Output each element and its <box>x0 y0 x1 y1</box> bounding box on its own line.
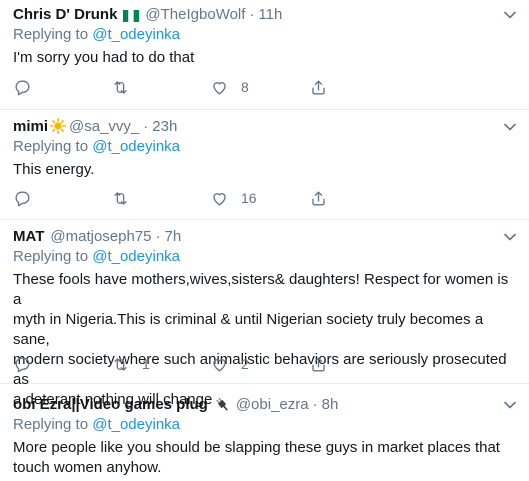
tweet-actions: 16 <box>0 187 529 209</box>
timestamp[interactable]: 11h <box>258 6 282 23</box>
share-button[interactable] <box>309 353 328 375</box>
replying-label: Replying to <box>13 248 89 265</box>
tweet-text: I'm sorry you had to do that <box>13 49 195 66</box>
chevron-down-icon[interactable] <box>503 8 517 22</box>
retweet-button[interactable] <box>111 187 130 209</box>
separator-dot: · <box>143 117 149 135</box>
chevron-down-icon[interactable] <box>503 120 517 134</box>
tweet-text: This energy. <box>13 161 95 178</box>
like-button[interactable]: 16 <box>210 187 257 209</box>
mention-link[interactable]: @t_odeyinka <box>92 416 180 433</box>
user-handle[interactable]: @obi_ezra <box>236 396 309 413</box>
retweet-icon <box>114 357 127 371</box>
replying-to: Replying to @t_odeyinka <box>13 416 180 433</box>
reply-icon <box>15 356 30 372</box>
replying-to: Replying to @t_odeyinka <box>13 26 180 43</box>
share-icon <box>312 79 325 95</box>
chevron-down-icon[interactable] <box>503 230 517 244</box>
sun-emoji-icon <box>50 118 67 134</box>
tweet-1[interactable]: Chris D' Drunk @TheIgboWolf · 11h Replyi… <box>0 0 529 110</box>
retweet-button[interactable] <box>111 76 130 98</box>
tweet-text-line: These fools have mothers,wives,sisters& … <box>13 271 509 308</box>
separator-dot: · <box>312 395 318 413</box>
display-name[interactable]: Chris D' Drunk <box>13 6 117 23</box>
replying-label: Replying to <box>13 26 89 43</box>
separator-dot: · <box>155 227 161 245</box>
nigeria-flag-icon <box>123 9 140 22</box>
like-count: 2 <box>241 356 249 372</box>
like-icon <box>213 358 226 372</box>
separator-dot: · <box>249 5 255 23</box>
share-icon <box>312 190 325 206</box>
mention-link[interactable]: @t_odeyinka <box>92 248 180 265</box>
like-button[interactable]: 8 <box>210 76 249 98</box>
reply-icon <box>15 190 30 206</box>
tweet-header: mimi @sa_vvy_ · 23h <box>13 116 177 136</box>
mention-link[interactable]: @t_odeyinka <box>92 26 180 43</box>
share-button[interactable] <box>309 76 328 98</box>
replying-to: Replying to @t_odeyinka <box>13 248 180 265</box>
like-button[interactable]: 2 <box>210 353 249 375</box>
tweet-text-line: More people like you should be slapping … <box>13 439 500 456</box>
tweet-actions: 8 <box>0 76 529 98</box>
retweet-button[interactable]: 1 <box>111 353 150 375</box>
user-handle[interactable]: @sa_vvy_ <box>69 118 139 135</box>
replying-label: Replying to <box>13 416 89 433</box>
like-icon <box>213 81 226 95</box>
display-name[interactable]: mimi <box>13 118 48 135</box>
retweet-icon <box>114 80 127 94</box>
reply-button[interactable] <box>13 76 32 98</box>
user-handle[interactable]: @TheIgboWolf <box>145 6 245 23</box>
chevron-down-icon[interactable] <box>503 398 517 412</box>
tweet-actions: 1 2 <box>0 353 529 375</box>
tweet-text: More people like you should be slapping … <box>13 438 515 478</box>
tweet-header: MAT @matjoseph75 · 7h <box>13 226 181 246</box>
plug-emoji-icon <box>214 396 230 412</box>
share-icon <box>312 356 325 372</box>
tweet-3[interactable]: MAT @matjoseph75 · 7h Replying to @t_ode… <box>0 220 529 408</box>
tweet-text-line: touch women anyhow. <box>13 459 162 476</box>
like-icon <box>213 192 226 206</box>
tweet-text-line: myth in Nigeria.This is criminal & until… <box>13 311 484 348</box>
tweet-4[interactable]: obi Ezra||Video games plug @obi_ezra · 8… <box>0 384 529 481</box>
mention-link[interactable]: @t_odeyinka <box>92 138 180 155</box>
tweet-2[interactable]: mimi @sa_vvy_ · 23h Replying to @t_odeyi… <box>0 110 529 220</box>
reply-icon <box>15 79 30 95</box>
user-handle[interactable]: @matjoseph75 <box>50 228 151 245</box>
reply-button[interactable] <box>13 353 32 375</box>
retweet-count: 1 <box>142 356 150 372</box>
display-name[interactable]: MAT <box>13 228 44 245</box>
like-count: 8 <box>241 79 249 95</box>
retweet-icon <box>114 191 127 205</box>
display-name[interactable]: obi Ezra||Video games plug <box>13 396 208 413</box>
share-button[interactable] <box>309 187 328 209</box>
reply-button[interactable] <box>13 187 32 209</box>
timestamp[interactable]: 23h <box>152 118 177 135</box>
like-count: 16 <box>241 190 257 206</box>
tweet-header: Chris D' Drunk @TheIgboWolf · 11h <box>13 4 282 24</box>
replying-label: Replying to <box>13 138 89 155</box>
replying-to: Replying to @t_odeyinka <box>13 138 180 155</box>
tweet-header: obi Ezra||Video games plug @obi_ezra · 8… <box>13 394 338 414</box>
timestamp[interactable]: 8h <box>322 396 339 413</box>
timestamp[interactable]: 7h <box>165 228 182 245</box>
